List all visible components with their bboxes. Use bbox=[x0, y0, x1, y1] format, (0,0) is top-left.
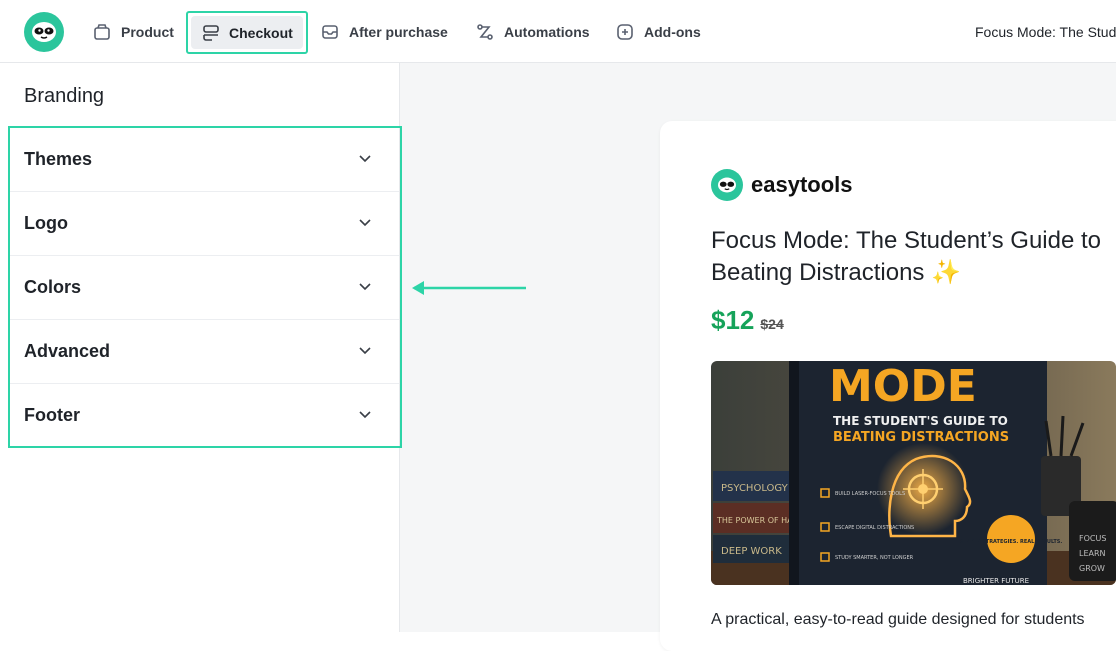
flow-icon bbox=[477, 24, 493, 40]
nav-after-purchase-label: After purchase bbox=[349, 24, 448, 40]
book-spine-text: DEEP WORK bbox=[721, 546, 782, 557]
accordion-logo[interactable]: Logo bbox=[10, 192, 399, 256]
nav-add-ons-label: Add-ons bbox=[644, 24, 701, 40]
accordion-label: Themes bbox=[24, 149, 93, 169]
sloth-logo-icon[interactable] bbox=[24, 12, 64, 52]
annotation-arrow-icon bbox=[412, 281, 526, 295]
brand-header: easytools bbox=[711, 169, 853, 201]
brand-name: easytools bbox=[751, 172, 853, 197]
nav-product[interactable]: Product bbox=[92, 16, 174, 48]
product-description: A practical, easy-to-read guide designed… bbox=[711, 611, 1085, 628]
cover-badge-text: SIMPLE STRATEGIES. REAL RESULTS. bbox=[960, 539, 1063, 545]
book-spine-text: PSYCHOLOGY bbox=[721, 483, 789, 494]
nav-automations[interactable]: Automations bbox=[475, 16, 590, 48]
price-current: $12 bbox=[711, 305, 755, 335]
price: $12 $24 bbox=[711, 305, 784, 336]
price-original: $24 bbox=[760, 316, 784, 332]
inbox-icon bbox=[322, 25, 338, 39]
cover-tip-text: STUDY SMARTER, NOT LONGER bbox=[835, 555, 914, 561]
product-cover-image: PSYCHOLOGY THE POWER OF HABIT DEEP WORK … bbox=[711, 361, 1116, 585]
sidebar-heading: Branding bbox=[24, 85, 105, 107]
chevron-down-icon bbox=[359, 219, 371, 227]
nav-checkout[interactable]: Checkout bbox=[186, 11, 308, 54]
nav-checkout-label: Checkout bbox=[229, 25, 293, 41]
mug-text: FOCUS bbox=[1079, 534, 1106, 543]
chevron-down-icon bbox=[359, 283, 371, 291]
mug-text: GROW bbox=[1079, 564, 1105, 573]
chevron-down-icon bbox=[359, 155, 371, 163]
accordion-label: Advanced bbox=[24, 341, 111, 361]
accordion-label: Footer bbox=[24, 405, 80, 425]
header-product-title: Focus Mode: The Stud bbox=[975, 24, 1116, 40]
plus-square-icon bbox=[617, 24, 633, 40]
cover-tip-text: BUILD LASER-FOCUS TOOLS bbox=[835, 491, 905, 497]
chevron-down-icon bbox=[359, 411, 371, 419]
nav-product-label: Product bbox=[121, 24, 174, 40]
accordion-label: Colors bbox=[24, 277, 82, 297]
nav-add-ons[interactable]: Add-ons bbox=[615, 16, 701, 48]
box-icon bbox=[94, 24, 110, 40]
nav-automations-label: Automations bbox=[504, 24, 590, 40]
accordion-themes[interactable]: Themes bbox=[10, 128, 399, 192]
nav-after-purchase[interactable]: After purchase bbox=[320, 16, 448, 48]
product-title: Focus Mode: The Student’s Guide to Beati… bbox=[711, 227, 1102, 286]
accordion-colors[interactable]: Colors bbox=[10, 256, 399, 320]
top-navigation: Product Checkout After purchase Automati… bbox=[0, 0, 1116, 63]
branding-accordion: Themes Logo Colors Advanced Footer bbox=[8, 126, 402, 448]
accordion-advanced[interactable]: Advanced bbox=[10, 320, 399, 384]
cover-tip-text: ESCAPE DIGITAL DISTRACTIONS bbox=[835, 525, 914, 531]
cover-title-text: MODE bbox=[829, 361, 977, 412]
cover-subtitle-text: THE STUDENT'S GUIDE TO bbox=[833, 414, 1008, 428]
chevron-down-icon bbox=[359, 347, 371, 355]
accordion-footer[interactable]: Footer bbox=[10, 384, 399, 448]
cover-footer-text: BRIGHTER FUTURE bbox=[963, 577, 1029, 585]
sloth-logo-icon bbox=[711, 169, 743, 201]
cover-subtitle-text: BEATING DISTRACTIONS bbox=[833, 430, 1009, 445]
accordion-label: Logo bbox=[24, 213, 68, 233]
mug-text: LEARN bbox=[1079, 549, 1106, 558]
branding-sidebar: Branding Themes Logo Colors Advanced Foo… bbox=[0, 63, 402, 632]
stack-icon bbox=[203, 25, 219, 41]
